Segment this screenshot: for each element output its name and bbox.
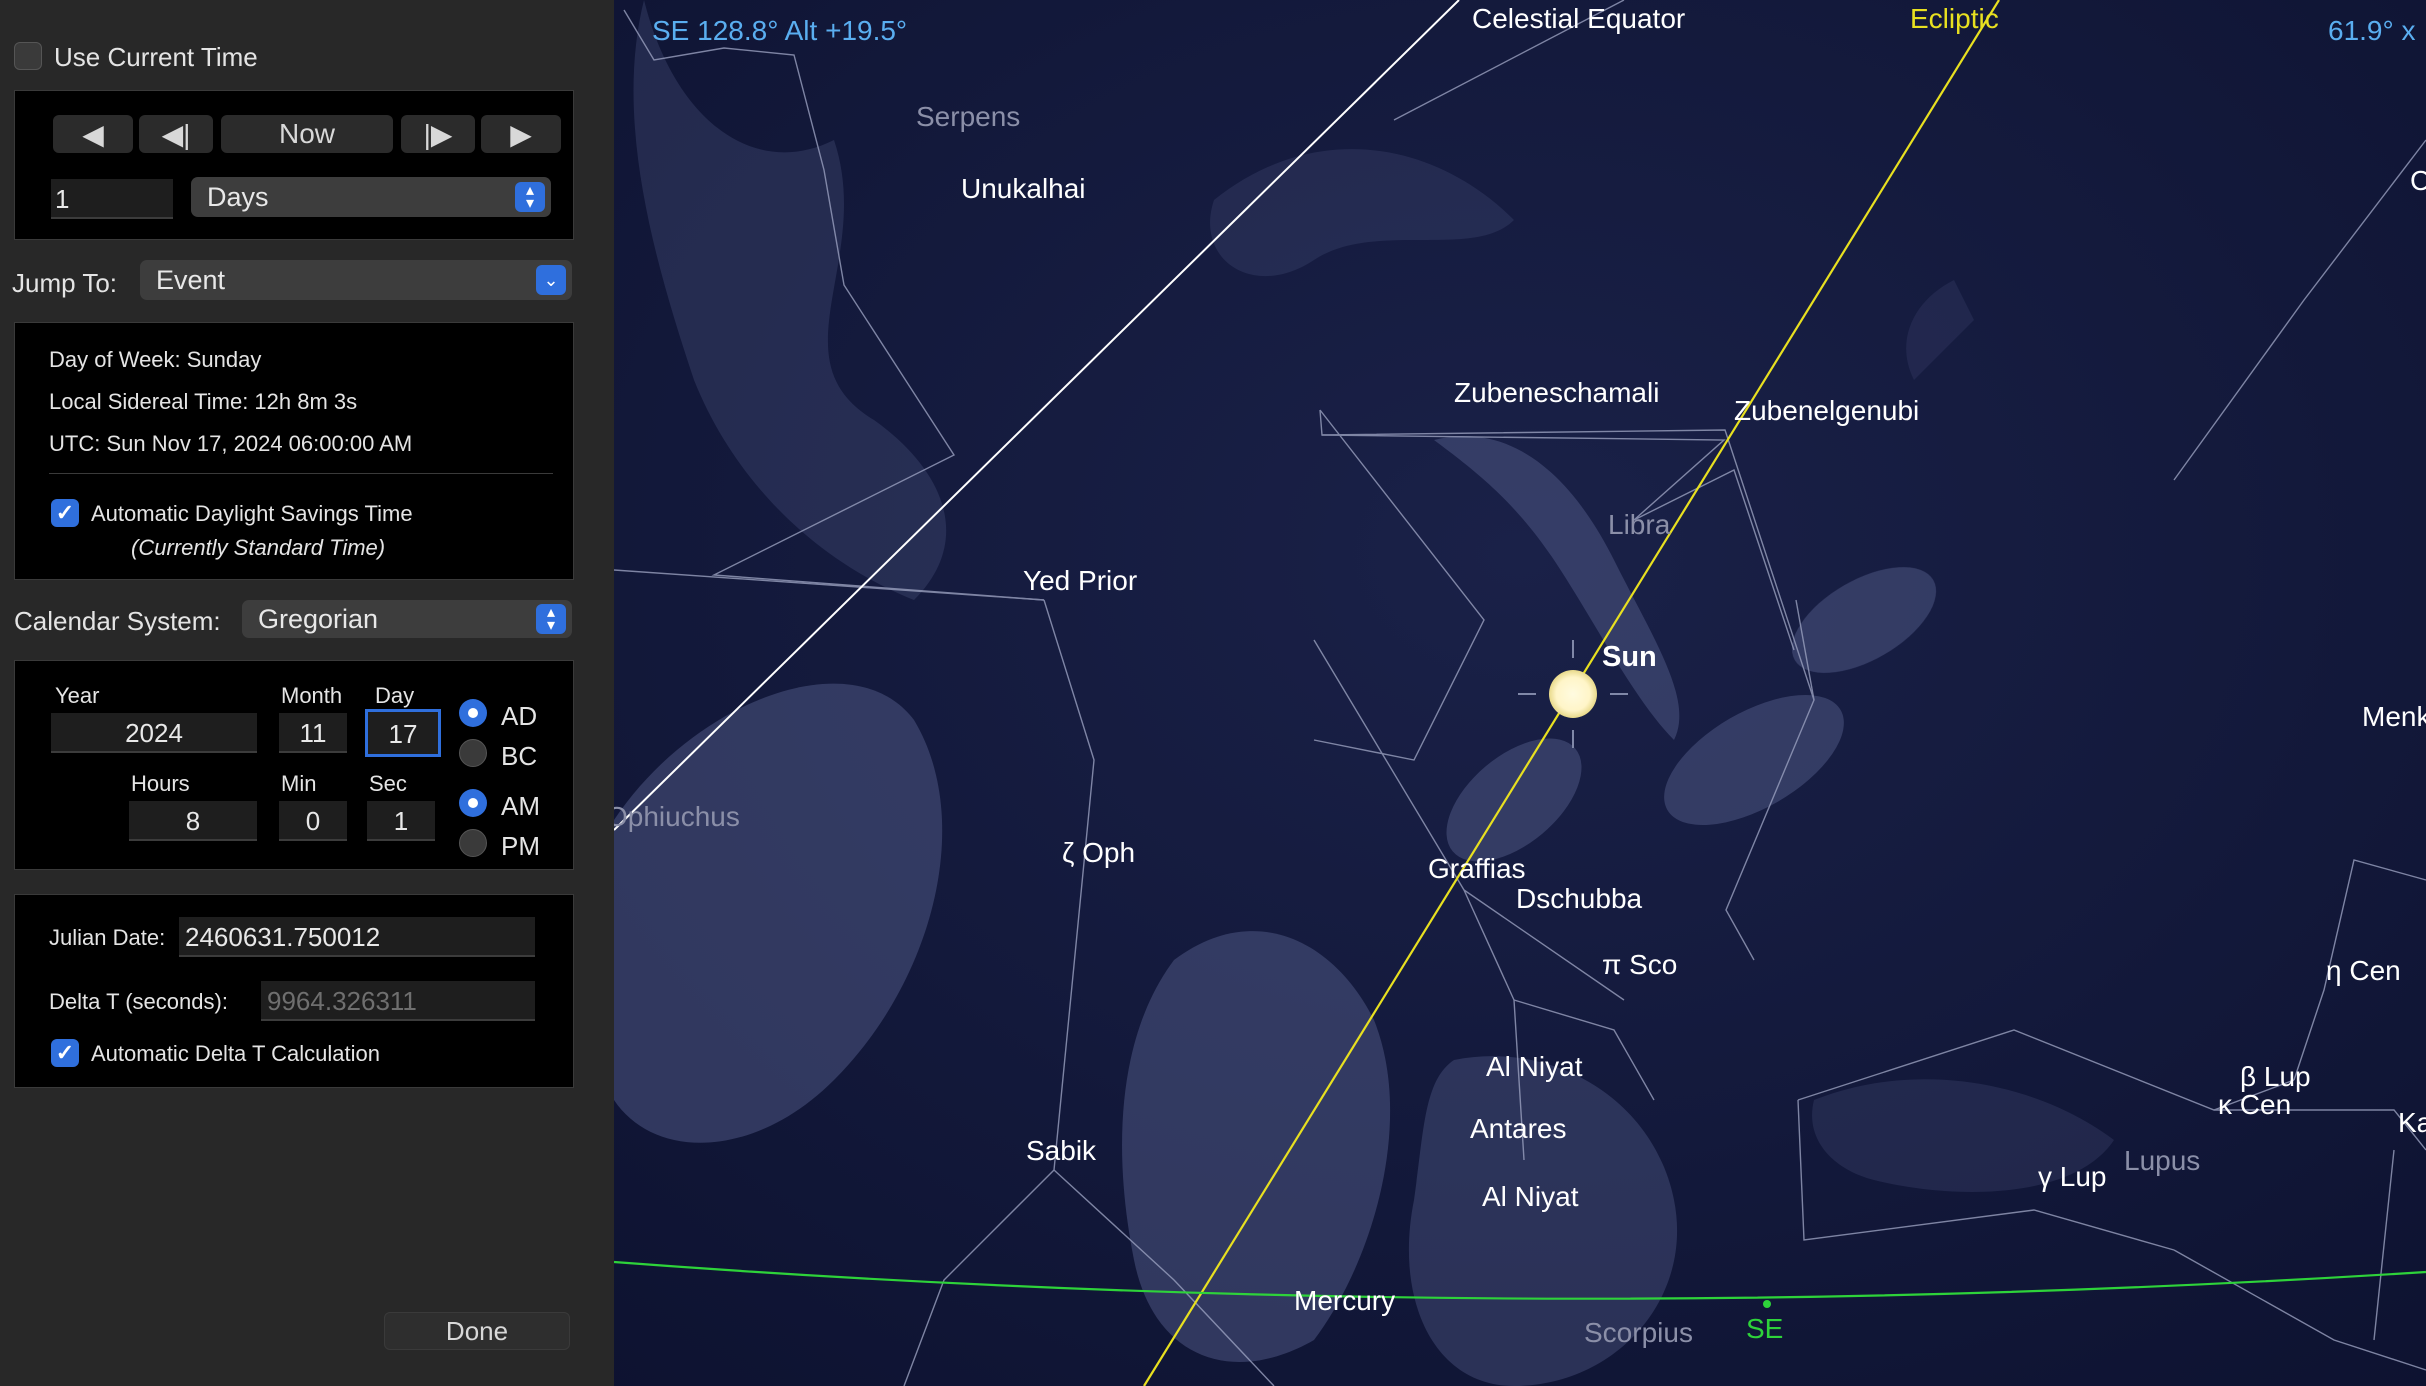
constellation-label-scorpius: Scorpius xyxy=(1584,1317,1693,1348)
sky-chart[interactable]: SE 128.8° Alt +19.5° 61.9° x Celestial E… xyxy=(614,0,2426,1386)
pm-radio[interactable] xyxy=(459,829,487,857)
step-amount-input[interactable]: 1 xyxy=(51,179,173,219)
calendar-system-select[interactable]: Gregorian ▴ ▾ xyxy=(242,600,572,638)
constellation-label-serpens: Serpens xyxy=(916,101,1020,132)
star-label[interactable]: η Cen xyxy=(2326,955,2401,986)
bc-radio[interactable] xyxy=(459,739,487,767)
step-forward-one-button[interactable]: |▶ xyxy=(401,115,475,153)
am-radio[interactable] xyxy=(459,789,487,817)
jump-to-value: Event xyxy=(156,264,226,295)
planet-label-mercury[interactable]: Mercury xyxy=(1294,1285,1395,1316)
delta-t-input[interactable]: 9964.326311 xyxy=(261,981,535,1021)
direction-readout: SE 128.8° Alt +19.5° xyxy=(652,15,907,46)
star-label[interactable]: γ Lup xyxy=(2038,1161,2107,1192)
dst-note: (Currently Standard Time) xyxy=(131,535,386,560)
ad-label: AD xyxy=(501,701,538,731)
year-input[interactable]: 2024 xyxy=(51,713,257,753)
star-label[interactable]: β Lup xyxy=(2240,1061,2311,1092)
day-label: Day xyxy=(375,683,415,708)
star-label[interactable]: Antares xyxy=(1470,1113,1567,1144)
bc-label: BC xyxy=(501,741,538,771)
calendar-system-label: Calendar System: xyxy=(14,606,221,636)
day-of-week-text: Day of Week: Sunday xyxy=(49,347,262,372)
auto-dst-label: Automatic Daylight Savings Time xyxy=(91,501,413,526)
hours-label: Hours xyxy=(131,771,190,796)
star-label[interactable]: Zubeneschamali xyxy=(1454,377,1659,408)
star-label[interactable]: Menk xyxy=(2362,701,2426,732)
star-label[interactable]: Al Niyat xyxy=(1486,1051,1583,1082)
julian-date-box: Julian Date: 2460631.750012 Delta T (sec… xyxy=(14,894,574,1088)
jump-to-label: Jump To: xyxy=(12,268,118,298)
delta-t-label: Delta T (seconds): xyxy=(49,989,228,1014)
date-time-panel: Use Current Time ◀ ◀| Now |▶ ▶ 1 Days ▴ ▾… xyxy=(0,0,614,1386)
sun-label[interactable]: Sun xyxy=(1602,641,1657,673)
auto-dst-checkbox[interactable]: ✓ xyxy=(51,499,79,527)
use-current-time-checkbox[interactable] xyxy=(14,42,42,70)
stepper-arrows-icon: ▴ ▾ xyxy=(536,604,566,634)
sidereal-time-text: Local Sidereal Time: 12h 8m 3s xyxy=(49,389,358,414)
ecliptic-label: Ecliptic xyxy=(1910,3,1999,34)
step-back-button[interactable]: ◀ xyxy=(53,115,133,153)
constellation-label-ophiuchus: Ophiuchus xyxy=(614,801,740,832)
date-time-box: Year Month Day 2024 11 17 AD BC Hours Mi… xyxy=(14,660,574,870)
time-step-box: ◀ ◀| Now |▶ ▶ 1 Days ▴ ▾ xyxy=(14,90,574,240)
jump-to-select[interactable]: Event ⌄ xyxy=(140,260,572,300)
time-info-box: Day of Week: Sunday Local Sidereal Time:… xyxy=(14,322,574,580)
done-button[interactable]: Done xyxy=(384,1312,570,1350)
star-label[interactable]: Al Niyat xyxy=(1482,1181,1579,1212)
auto-delta-t-checkbox[interactable]: ✓ xyxy=(51,1039,79,1067)
pm-label: PM xyxy=(501,831,540,861)
step-unit-select[interactable]: Days ▴ ▾ xyxy=(191,177,551,217)
julian-date-input[interactable]: 2460631.750012 xyxy=(179,917,535,957)
star-label[interactable]: Sabik xyxy=(1026,1135,1097,1166)
divider xyxy=(49,473,553,474)
star-label[interactable]: Graffias xyxy=(1428,853,1526,884)
sky-canvas: SE 128.8° Alt +19.5° 61.9° x Celestial E… xyxy=(614,0,2426,1386)
now-button[interactable]: Now xyxy=(221,115,393,153)
star-label[interactable]: Zubenelgenubi xyxy=(1734,395,1919,426)
horizon-se-marker xyxy=(1763,1300,1771,1308)
chevron-down-icon: ⌄ xyxy=(536,265,566,295)
year-label: Year xyxy=(55,683,100,708)
constellation-label-lupus: Lupus xyxy=(2124,1145,2200,1176)
fov-readout: 61.9° x xyxy=(2328,15,2415,46)
step-forward-button[interactable]: ▶ xyxy=(481,115,561,153)
star-label[interactable]: π Sco xyxy=(1602,949,1677,980)
min-label: Min xyxy=(281,771,317,796)
sec-input[interactable]: 1 xyxy=(367,801,435,841)
calendar-system-value: Gregorian xyxy=(258,603,379,634)
utc-text: UTC: Sun Nov 17, 2024 06:00:00 AM xyxy=(49,431,413,456)
constellation-label-libra: Libra xyxy=(1608,509,1671,540)
star-label[interactable]: Yed Prior xyxy=(1023,565,1137,596)
step-unit-value: Days xyxy=(207,181,269,212)
stepper-arrows-icon: ▴ ▾ xyxy=(515,182,545,212)
ad-radio[interactable] xyxy=(459,699,487,727)
sec-label: Sec xyxy=(369,771,407,796)
star-label[interactable]: Ka xyxy=(2398,1107,2426,1138)
star-label[interactable]: Dschubba xyxy=(1516,883,1643,914)
star-label[interactable]: ζ Oph xyxy=(1062,837,1135,868)
auto-delta-t-label: Automatic Delta T Calculation xyxy=(91,1041,380,1066)
step-back-one-button[interactable]: ◀| xyxy=(139,115,213,153)
day-input[interactable]: 17 xyxy=(365,709,441,757)
star-label[interactable]: C xyxy=(2410,165,2426,196)
use-current-time-label: Use Current Time xyxy=(54,42,258,72)
min-input[interactable]: 0 xyxy=(279,801,347,841)
julian-date-label: Julian Date: xyxy=(49,925,166,950)
am-label: AM xyxy=(501,791,540,821)
horizon-direction-label: SE xyxy=(1746,1313,1783,1344)
celestial-equator-label: Celestial Equator xyxy=(1472,3,1685,34)
star-label[interactable]: κ Cen xyxy=(2218,1089,2291,1120)
month-label: Month xyxy=(281,683,343,708)
hours-input[interactable]: 8 xyxy=(129,801,257,841)
star-label[interactable]: Unukalhai xyxy=(961,173,1086,204)
month-input[interactable]: 11 xyxy=(279,713,347,753)
